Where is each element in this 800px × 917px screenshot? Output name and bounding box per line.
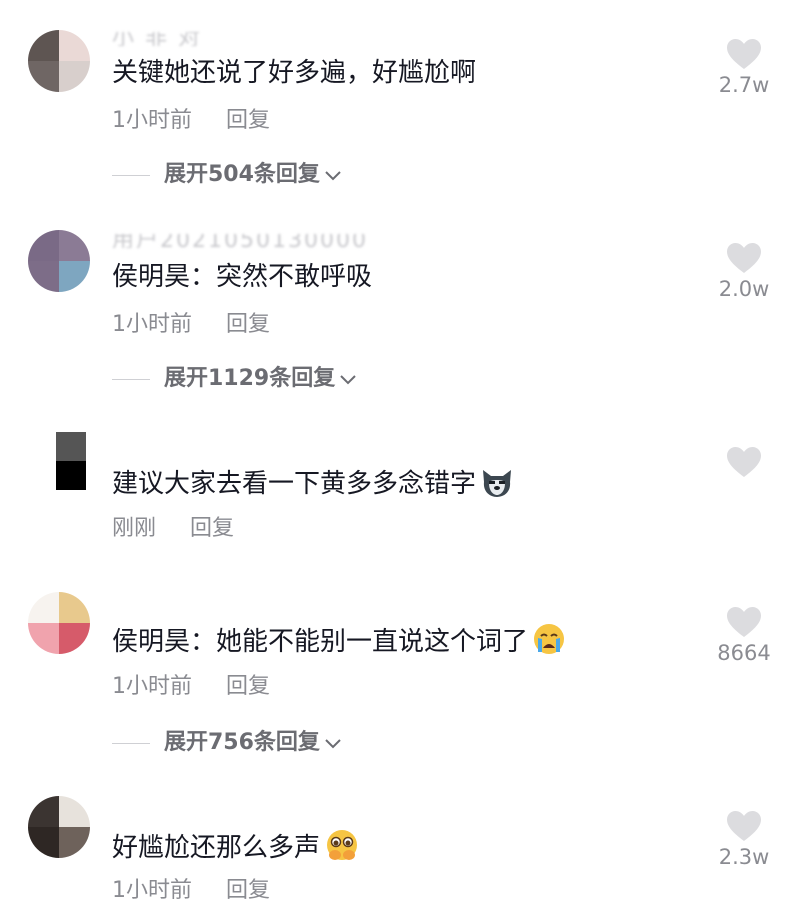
comment-text-content: 侯明昊：她能不能别一直说这个词了	[112, 627, 529, 657]
comment-meta: 1小时前 回复	[112, 672, 270, 702]
chevron-down-icon	[325, 739, 341, 749]
avatar[interactable]	[28, 592, 90, 654]
expand-replies-button[interactable]: 展开504条回复	[112, 160, 344, 190]
comment-time: 刚刚	[112, 516, 157, 541]
reply-button[interactable]: 回复	[226, 310, 270, 340]
like-count: 8664	[717, 641, 771, 665]
reply-button[interactable]: 回复	[226, 106, 270, 136]
avatar[interactable]	[28, 796, 90, 858]
like-button[interactable]	[708, 446, 780, 480]
heart-icon	[727, 447, 761, 477]
comment-time: 1小时前	[112, 108, 192, 133]
comment-meta: 刚刚 回复	[112, 514, 234, 544]
pleading-face-emoji	[324, 828, 360, 871]
avatar[interactable]	[56, 432, 86, 490]
like-count: 2.0w	[718, 277, 770, 301]
comment-text-content: 好尴尬还那么多声	[112, 833, 321, 863]
crying-face-emoji	[532, 622, 566, 665]
like-count: 2.7w	[718, 73, 770, 97]
like-button[interactable]: 2.0w	[708, 242, 780, 302]
avatar[interactable]	[28, 230, 90, 292]
expand-replies-label: 展开756条回复	[164, 730, 320, 755]
heart-icon	[727, 243, 761, 273]
expand-replies-label: 展开1129条回复	[164, 366, 336, 391]
heart-icon	[727, 39, 761, 69]
heart-icon	[727, 607, 761, 637]
reply-button[interactable]: 回复	[190, 514, 234, 544]
chevron-down-icon	[325, 171, 341, 181]
reply-button[interactable]: 回复	[226, 672, 270, 702]
comment-text: 建议大家去看一下黄多多念错字	[112, 466, 514, 507]
comment-time: 1小时前	[112, 312, 192, 337]
expand-replies-label: 展开504条回复	[164, 162, 320, 187]
divider	[112, 742, 150, 744]
comment-text: 侯明昊：她能不能别一直说这个词了	[112, 622, 566, 665]
like-button[interactable]: 2.3w	[708, 810, 780, 870]
comment-meta: 1小时前 回复	[112, 310, 270, 340]
like-button[interactable]: 8664	[708, 606, 780, 666]
comment-text: 侯明昊：突然不敢呼吸	[112, 262, 373, 292]
chevron-down-icon	[340, 375, 356, 385]
heart-icon	[727, 811, 761, 841]
expand-replies-button[interactable]: 展开756条回复	[112, 728, 344, 758]
username[interactable]: 小 非 对	[112, 32, 202, 46]
expand-replies-button[interactable]: 展开1129条回复	[112, 364, 359, 394]
comment-text: 关键她还说了好多遍，好尴尬啊	[112, 58, 477, 88]
like-button[interactable]: 2.7w	[708, 38, 780, 98]
comment-text: 好尴尬还那么多声	[112, 828, 360, 871]
avatar[interactable]	[28, 30, 90, 92]
comment-time: 1小时前	[112, 878, 192, 903]
like-count: 2.3w	[718, 845, 770, 869]
reply-button[interactable]: 回复	[226, 876, 270, 906]
comment-meta: 1小时前 回复	[112, 876, 270, 906]
comment-text-content: 建议大家去看一下黄多多念错字	[112, 469, 477, 499]
comment-meta: 1小时前 回复	[112, 106, 270, 136]
dog-face-emoji	[480, 466, 514, 507]
divider	[112, 174, 150, 176]
comment-time: 1小时前	[112, 674, 192, 699]
username[interactable]: 用户2021050130000	[112, 234, 368, 248]
divider	[112, 378, 150, 380]
